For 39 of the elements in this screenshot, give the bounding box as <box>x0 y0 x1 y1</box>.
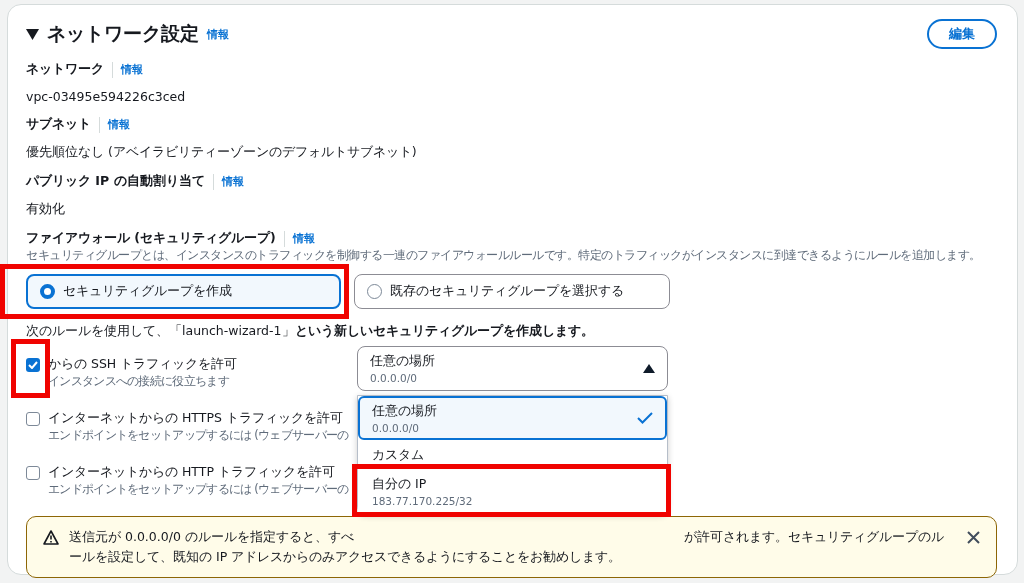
alert-text: ールを設定して、既知の IP アドレスからのみアクセスできるようにすることをお勧めします。 <box>69 548 622 566</box>
field-label: ファイアウォール (セキュリティグループ) <box>26 230 276 247</box>
check-icon <box>637 412 653 424</box>
radio-icon <box>367 284 382 299</box>
checkbox-label: インターネットからの HTTPS トラフィックを許可 <box>48 410 344 427</box>
info-link[interactable]: 情報 <box>207 26 229 42</box>
checkbox-label: インターネットからの HTTP トラフィックを許可 <box>48 464 336 481</box>
checkbox-description: エンドポイントをセットアップするには (ウェブサーバーの <box>48 481 349 497</box>
checkbox[interactable] <box>26 358 40 372</box>
alert-text: が許可されます。セキュリティグループのル <box>683 528 944 546</box>
collapse-caret-icon[interactable] <box>26 28 39 40</box>
field-label: ネットワーク <box>26 61 104 78</box>
field-description: セキュリティグループとは、インスタンスのトラフィックを制御する一連のファイアウォールルールです。特定のトラフィックがインスタンスに到達できるようにルールを追加します。 <box>26 247 981 263</box>
field-value: vpc-03495e594226c3ced <box>26 89 187 104</box>
checkbox[interactable] <box>26 466 40 480</box>
warning-icon <box>43 530 59 545</box>
caret-icon[interactable] <box>643 364 655 373</box>
alert-text: 送信元が 0.0.0.0/0 のルールを指定すると、すべ <box>69 528 354 546</box>
menu-option[interactable]: 任意の場所 0.0.0.0/0 <box>358 396 667 440</box>
section-title: ネットワーク設定 <box>47 21 199 46</box>
radio-option[interactable]: 既存のセキュリティグループを選択する <box>354 274 670 309</box>
checkbox-description: インスタンスへの接続に役立ちます <box>48 373 229 389</box>
edit-button[interactable]: 編集 <box>927 19 997 49</box>
info-link[interactable]: 情報 <box>108 117 130 132</box>
checkbox-description: エンドポイントをセットアップするには (ウェブサーバーの <box>48 427 349 443</box>
field-label: サブネット <box>26 116 91 133</box>
close-icon[interactable] <box>967 531 980 544</box>
menu-option[interactable]: 自分の IP 183.77.170.225/32 <box>358 470 667 513</box>
field-value: 有効化 <box>26 201 66 218</box>
info-link[interactable]: 情報 <box>221 174 244 189</box>
source-select[interactable]: 任意の場所 0.0.0.0/0 <box>357 346 668 391</box>
rule-note: 次のルールを使用して、「launch-wizard-1」という新しいセキュリティグループを作成します。 <box>26 323 595 340</box>
field-label: パブリック IP の自動割り当て <box>26 173 205 190</box>
field-value: 優先順位なし (アベイラビリティーゾーンのデフォルトサブネット) <box>26 144 418 161</box>
info-link[interactable]: 情報 <box>292 231 315 246</box>
checkbox[interactable] <box>26 412 40 426</box>
radio-option[interactable]: セキュリティグループを作成 <box>26 274 341 309</box>
radio-icon <box>40 284 55 299</box>
info-link[interactable]: 情報 <box>121 62 143 77</box>
